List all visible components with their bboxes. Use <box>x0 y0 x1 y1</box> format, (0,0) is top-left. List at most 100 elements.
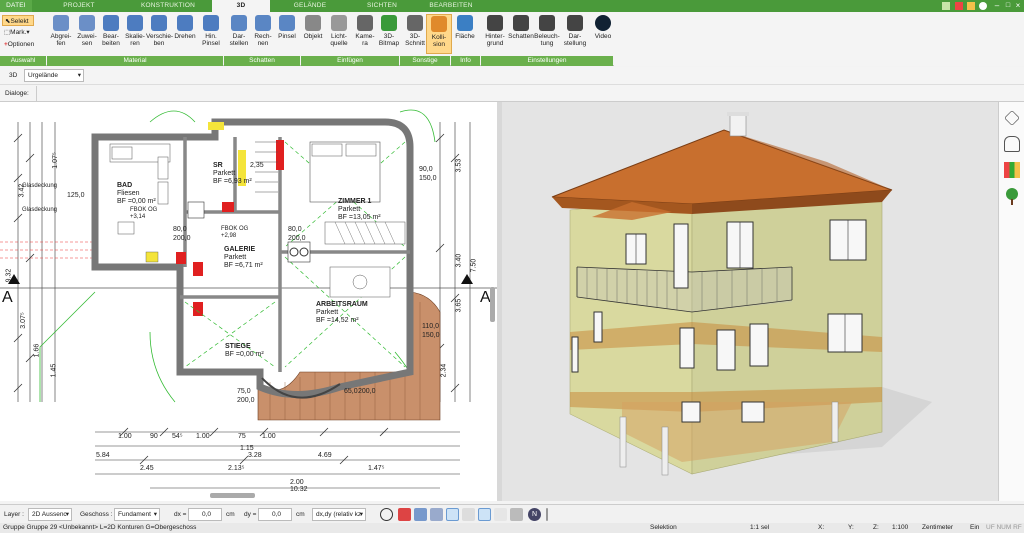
view-mode-label: 3D <box>9 72 18 79</box>
ribbon-button-area[interactable]: Fläche <box>452 14 478 54</box>
chevron-down-icon: ▾ <box>65 511 69 518</box>
tab-datei[interactable]: DATEI <box>0 0 32 12</box>
ribbon-button-shadow[interactable]: Schatten <box>508 14 534 54</box>
chevron-down-icon: ▾ <box>153 511 157 518</box>
folder-icon[interactable] <box>967 2 975 10</box>
ribbon-button-assign[interactable]: Zuwei- sen <box>74 14 100 54</box>
monitor-icon[interactable] <box>398 508 411 521</box>
ribbon-button-scale[interactable]: Skalie- ren <box>122 14 148 54</box>
ribbon-button-tree[interactable]: 3D- Bitmap <box>376 14 402 54</box>
status-selection: 1:1 sel <box>750 524 770 531</box>
help-icon[interactable] <box>979 2 987 10</box>
ribbon-button-shading[interactable]: Dar- stellen <box>226 14 252 54</box>
ribbon-button-edit-material[interactable]: Bear- beiten <box>98 14 124 54</box>
dimension-label: 1.45 <box>50 363 58 378</box>
tab-gelaende[interactable]: GELÄNDE <box>272 0 348 12</box>
ribbon-button-video[interactable]: Video <box>590 14 616 54</box>
dx-input[interactable]: 0,0 <box>188 508 222 521</box>
dy-input[interactable]: 0,0 <box>258 508 292 521</box>
ribbon-button-display[interactable]: Dar- stellung <box>562 14 588 54</box>
clock-icon[interactable] <box>380 508 393 521</box>
status-unit: Zentimeter <box>922 524 954 531</box>
pin-icon[interactable] <box>942 2 950 10</box>
mark-button[interactable]: ⬚Mark.▾ <box>2 27 30 38</box>
tab-sichten[interactable]: SICHTEN <box>348 0 416 12</box>
status-z: Z: <box>873 524 879 531</box>
dimension-label: 3.07⁵ <box>19 312 27 329</box>
image-icon[interactable] <box>430 508 443 521</box>
scale-icon <box>127 15 143 31</box>
dimension-label: 4.69 <box>318 452 332 459</box>
wave-icon[interactable] <box>462 508 475 521</box>
layer-select[interactable]: 2D Aussenc ▾ <box>28 508 72 521</box>
select-button[interactable]: ⬉Selekt <box>2 15 34 26</box>
ribbon-button-rotate[interactable]: Drehen <box>172 14 198 54</box>
ribbon-button-label: Fläche <box>455 33 475 40</box>
line-tool-icon[interactable] <box>446 508 459 521</box>
chair-icon[interactable] <box>1004 136 1020 152</box>
plan-label: 200,0 <box>358 388 376 395</box>
plan-label: 200,0 <box>237 397 255 404</box>
terrain-select[interactable]: Urgelände ▾ <box>24 69 84 82</box>
ribbon-button-label: Rech- nen <box>254 33 272 47</box>
ribbon-button-compute[interactable]: Rech- nen <box>250 14 276 54</box>
status-scale: 1:100 <box>892 524 909 531</box>
record-icon[interactable] <box>955 2 963 10</box>
dimension-label: 2.34 <box>440 363 448 378</box>
ribbon-button-lighting[interactable]: Beleuch- tung <box>534 14 560 54</box>
dimension-label: 1.07⁵ <box>51 152 59 169</box>
minimize-icon[interactable]: – <box>992 0 1002 12</box>
tab-bearbeiten[interactable]: BEARBEITEN <box>416 0 486 12</box>
dimension-label: 75 <box>238 433 246 440</box>
chevron-down-icon: ▾ <box>359 511 363 518</box>
3d-house-render <box>551 112 932 476</box>
ribbon-button-label: Kame- ra <box>355 33 375 47</box>
ribbon-button-brush[interactable]: Hin. Pinsel <box>198 14 224 54</box>
tab-konstruktion[interactable]: KONSTRUKTION <box>124 0 212 12</box>
print-icon[interactable] <box>414 508 427 521</box>
tab-projekt[interactable]: PROJEKT <box>34 0 124 12</box>
plan-label: 200,0 <box>173 235 191 242</box>
stack-icon[interactable] <box>494 508 507 521</box>
ribbon-button-paintbrush[interactable]: Pinsel <box>274 14 300 54</box>
layers-tool-icon[interactable] <box>478 508 491 521</box>
ribbon-button-section[interactable]: 3D- Schnitt <box>402 14 428 54</box>
options-button[interactable]: +Optionen <box>2 39 34 50</box>
dy-label: dy = <box>244 511 257 518</box>
north-icon[interactable]: N <box>528 508 541 521</box>
layer-label: Layer : <box>4 511 24 518</box>
ribbon-button-collision[interactable]: Kolli- sion <box>426 14 452 54</box>
ribbon-button-label: Verschie- ben <box>146 33 174 47</box>
group-material: Material <box>47 56 223 66</box>
ribbon-button-eyedropper[interactable]: Abgrei- fen <box>48 14 74 54</box>
plan-label: +3,14 <box>130 214 146 220</box>
ribbon-button-camera[interactable]: Kame- ra <box>352 14 378 54</box>
grid-icon[interactable] <box>510 508 523 521</box>
shading-icon <box>231 15 247 31</box>
3d-view[interactable] <box>502 102 998 501</box>
chair-icon <box>305 15 321 31</box>
shadow-icon <box>513 15 529 31</box>
plan-label: 90,0 <box>419 166 433 173</box>
chevron-down-icon: ▾ <box>26 29 30 36</box>
floor-plan-view[interactable]: A A BAD Fliesen BF =0,00 m² SR Parkett BF =6… <box>0 102 497 501</box>
room-bad: BAD Fliesen BF =0,00 m² <box>117 182 156 205</box>
eyedropper-icon <box>53 15 69 31</box>
room-sr: SR Parkett BF =6,93 m² <box>213 162 252 185</box>
ribbon-button-chair[interactable]: Objekt <box>300 14 326 54</box>
layers-icon[interactable] <box>1004 110 1020 126</box>
palette-icon[interactable] <box>1004 162 1020 178</box>
floor-select[interactable]: Fundament ▾ <box>114 508 160 521</box>
coordinate-mode-select[interactable]: dx,dy (relativ kz ▾ <box>312 508 366 521</box>
dimension-label: 54⁵ <box>172 433 183 440</box>
tree-icon <box>381 15 397 31</box>
maximize-icon[interactable]: □ <box>1003 0 1013 12</box>
plan-label: 80,0 <box>173 226 187 233</box>
ribbon-button-background[interactable]: Hinter- grund <box>482 14 508 54</box>
compute-icon <box>255 15 271 31</box>
close-icon[interactable]: × <box>1013 0 1023 12</box>
ribbon-button-move[interactable]: Verschie- ben <box>146 14 174 54</box>
tab-3d[interactable]: 3D <box>212 0 270 12</box>
svg-text:A: A <box>2 289 13 306</box>
ribbon-button-bulb[interactable]: Licht- quelle <box>326 14 352 54</box>
